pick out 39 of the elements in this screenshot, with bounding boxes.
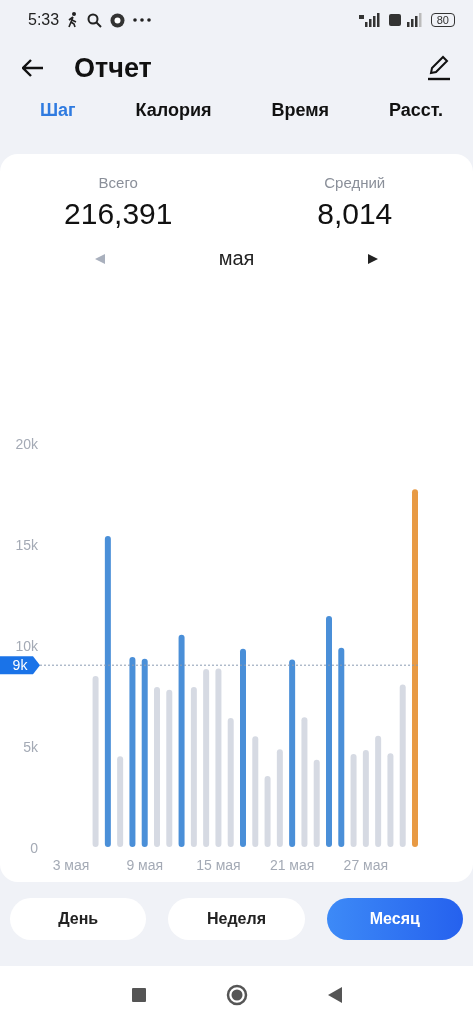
ref-line-label: 9k (12, 657, 29, 674)
next-button[interactable] (368, 253, 378, 264)
stat-label: Средний (324, 174, 386, 191)
axis-label: 27 мая (343, 857, 389, 873)
range-button[interactable]: Неделя (168, 898, 305, 940)
range-button[interactable]: День (10, 898, 147, 940)
stat-label: Всего (98, 174, 138, 191)
tab[interactable]: Калория (135, 96, 212, 137)
bar (264, 775, 271, 847)
period-label: мая (218, 247, 255, 270)
status-time: 5:33 (28, 11, 60, 29)
axis-label: 20k (15, 436, 38, 452)
browser-icon (110, 12, 126, 28)
back-button[interactable] (22, 59, 44, 77)
axis-label: 0 (30, 840, 38, 856)
tab[interactable]: Время (271, 96, 330, 137)
axis-label: 3 мая (52, 857, 90, 873)
range-button[interactable]: Месяц (326, 898, 463, 940)
home-icon[interactable] (225, 984, 248, 1006)
axis-label: 9 мая (126, 857, 164, 873)
edit-button[interactable] (427, 55, 451, 81)
axis-label: 21 мая (269, 857, 315, 873)
tab[interactable]: Расст. (388, 96, 443, 137)
page-title: Отчет (74, 52, 152, 84)
search-icon (87, 12, 103, 28)
more-icon (133, 18, 152, 22)
battery-indicator: 80 (430, 13, 455, 27)
axis-label: 15 мая (196, 857, 241, 873)
recents-icon[interactable] (131, 988, 146, 1002)
back-icon[interactable] (327, 987, 342, 1003)
axis-label: 15k (15, 537, 38, 553)
stat-value: 8,014 (317, 197, 393, 231)
stat-value: 216,391 (64, 197, 173, 231)
goal-tag: 9k (0, 656, 40, 675)
tab[interactable]: Шаг (40, 96, 76, 137)
signal-icon (358, 13, 381, 27)
signal-icon (388, 13, 423, 27)
axis-label: 10k (15, 638, 38, 654)
axis-label: 5k (23, 739, 38, 755)
